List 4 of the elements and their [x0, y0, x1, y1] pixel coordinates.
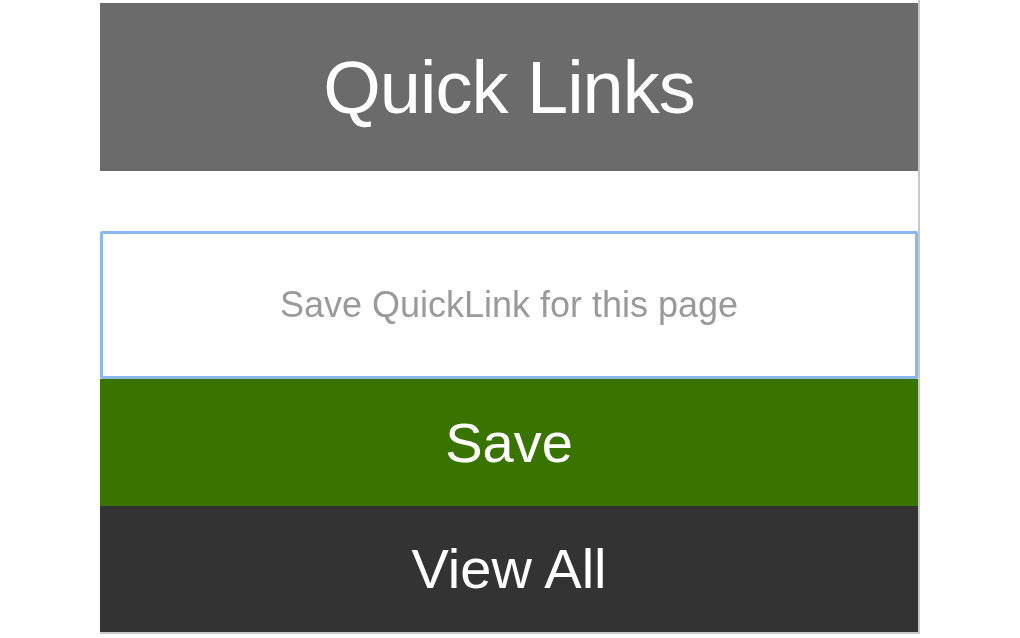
link-input-field[interactable]: Save QuickLink for this page	[100, 231, 918, 379]
view-all-button[interactable]: View All	[100, 505, 918, 632]
save-button[interactable]: Save	[100, 379, 918, 506]
panel-title: Quick Links	[323, 44, 695, 130]
